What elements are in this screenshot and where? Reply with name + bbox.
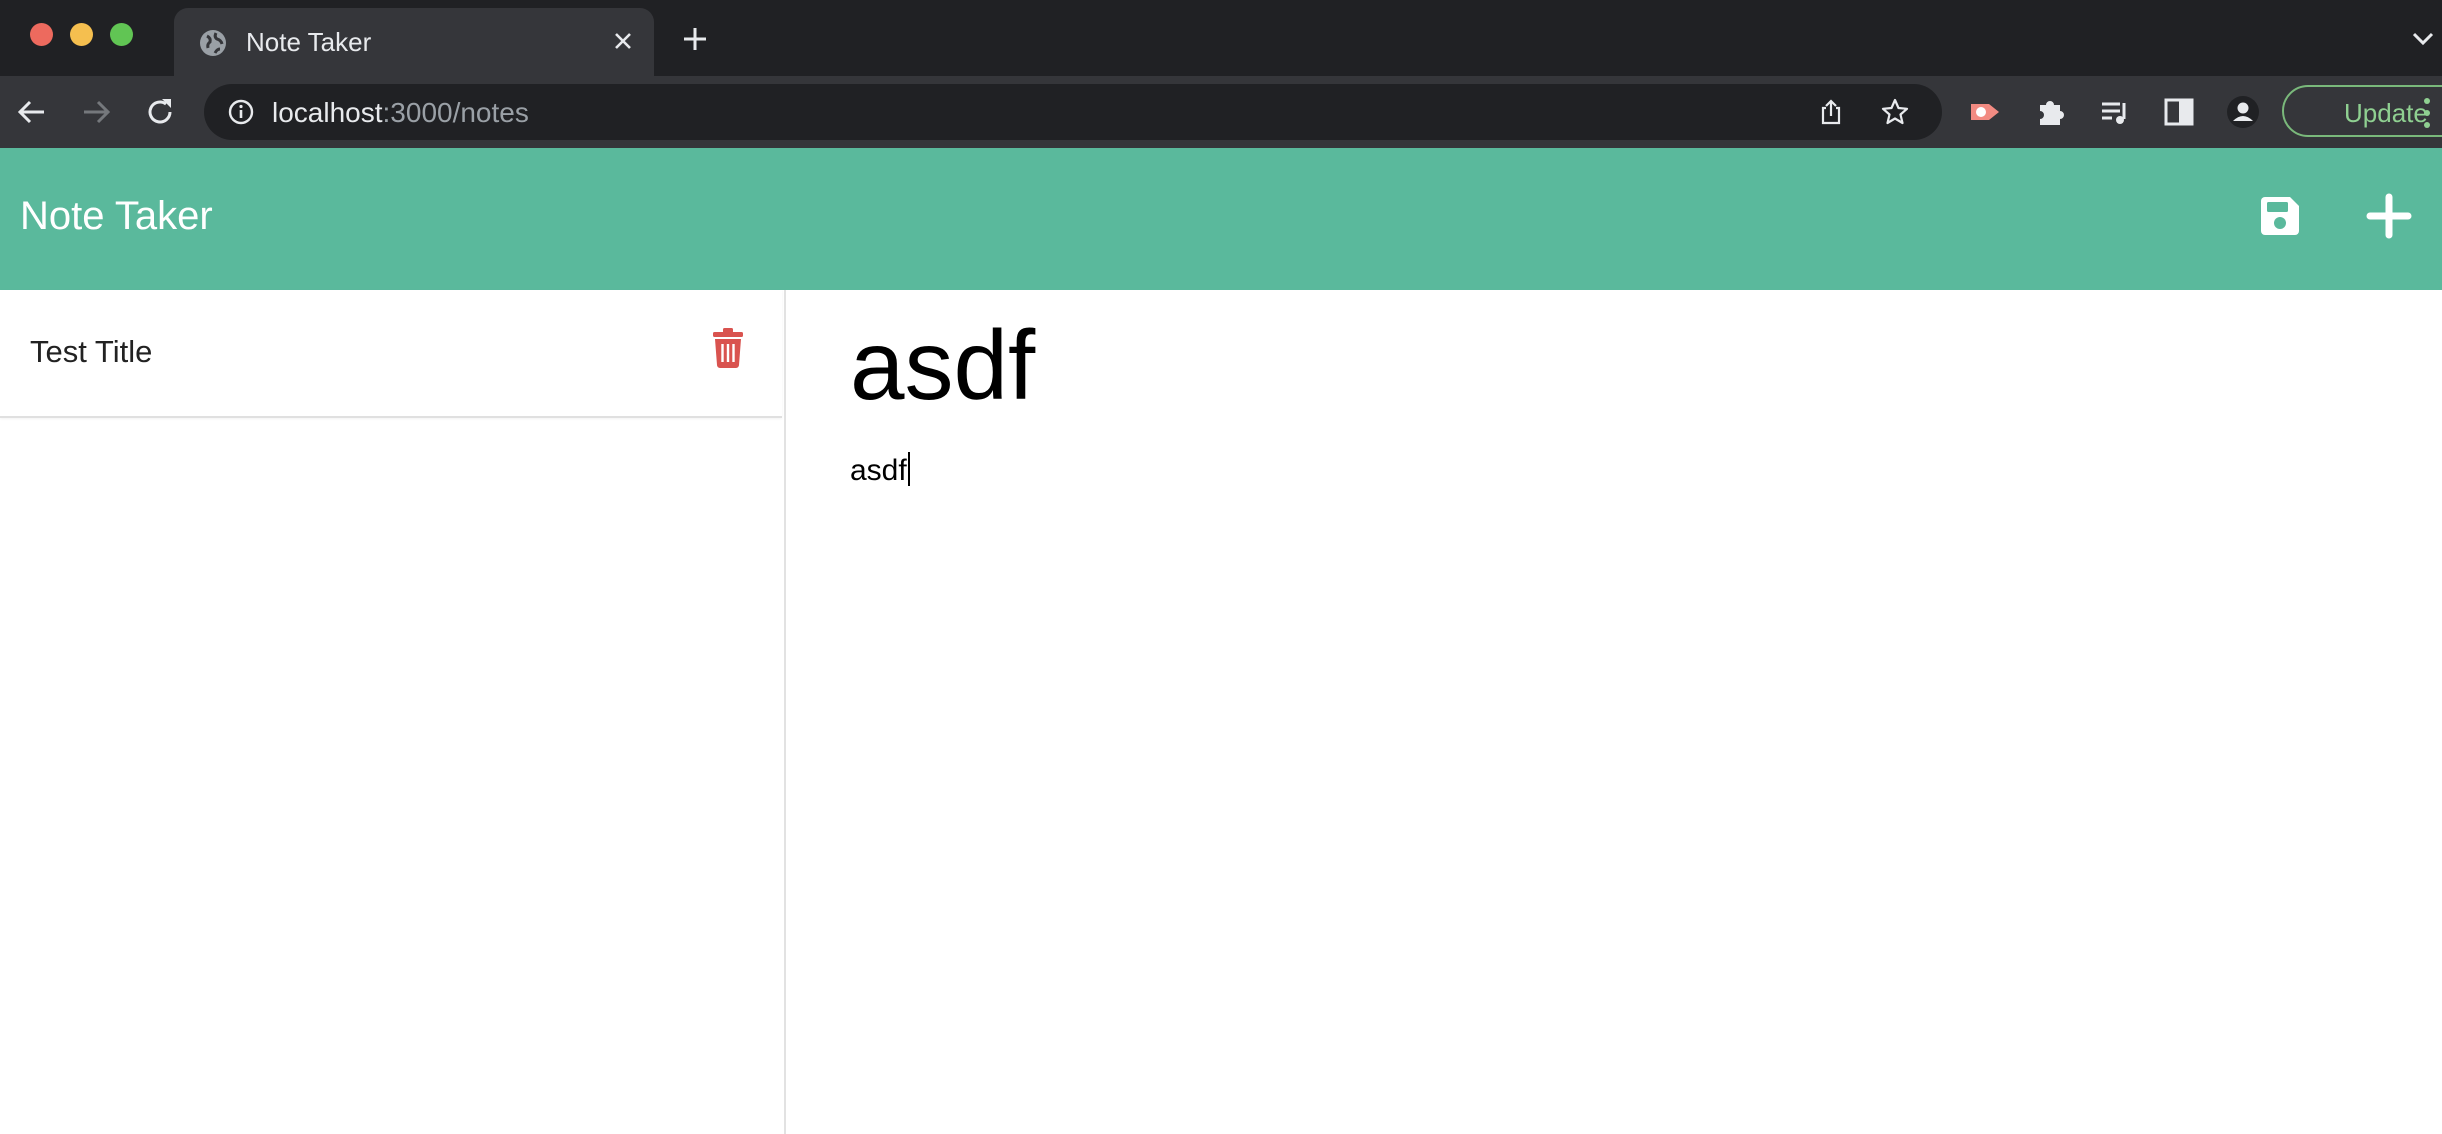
profile-avatar-icon[interactable] [2226, 95, 2260, 129]
note-body-text: asdf [850, 454, 907, 487]
list-item[interactable]: Test Title [0, 290, 782, 418]
maximize-window-button[interactable] [110, 23, 133, 46]
info-icon[interactable] [226, 97, 256, 127]
note-item-title[interactable]: Test Title [30, 334, 152, 370]
more-options-icon[interactable] [2422, 96, 2432, 130]
globe-icon [200, 30, 226, 56]
puzzle-icon[interactable] [2034, 95, 2068, 129]
text-caret [907, 452, 910, 486]
update-button-label: Update [2344, 98, 2428, 128]
note-body-textarea[interactable]: asdf [850, 452, 910, 488]
update-button[interactable]: Update [2282, 85, 2442, 137]
plus-icon[interactable] [2366, 193, 2412, 239]
app-brand[interactable]: Note Taker [20, 194, 213, 239]
star-icon[interactable] [1880, 97, 1910, 127]
url-text: localhost:3000/notes [272, 97, 529, 129]
reload-icon[interactable] [142, 94, 178, 130]
url-host: localhost [272, 97, 383, 128]
minimize-window-button[interactable] [70, 23, 93, 46]
browser-tab-strip: Note Taker [0, 0, 2442, 76]
side-panel-icon[interactable] [2162, 95, 2196, 129]
close-window-button[interactable] [30, 23, 53, 46]
reading-list-icon[interactable] [2098, 95, 2132, 129]
extension-recorder-icon[interactable] [1968, 95, 2002, 129]
share-icon[interactable] [1816, 97, 1846, 127]
back-arrow-icon[interactable] [14, 94, 50, 130]
trash-icon[interactable] [712, 328, 744, 368]
chevron-down-icon[interactable] [2410, 28, 2436, 48]
new-tab-icon[interactable] [680, 24, 710, 54]
note-list: Test Title [0, 290, 786, 1134]
note-title-input[interactable]: asdf [850, 316, 1035, 414]
browser-toolbar: localhost:3000/notes Update [0, 76, 2442, 148]
tab-title: Note Taker [246, 27, 372, 57]
browser-tab[interactable]: Note Taker [174, 8, 654, 76]
note-editor: asdf asdf [786, 290, 2442, 1134]
url-path: :3000/notes [382, 97, 529, 128]
close-tab-icon[interactable] [608, 26, 638, 56]
address-bar[interactable]: localhost:3000/notes [204, 84, 1942, 140]
save-icon[interactable] [2257, 193, 2303, 239]
app-header: Note Taker [0, 148, 2442, 290]
forward-arrow-icon[interactable] [78, 94, 114, 130]
